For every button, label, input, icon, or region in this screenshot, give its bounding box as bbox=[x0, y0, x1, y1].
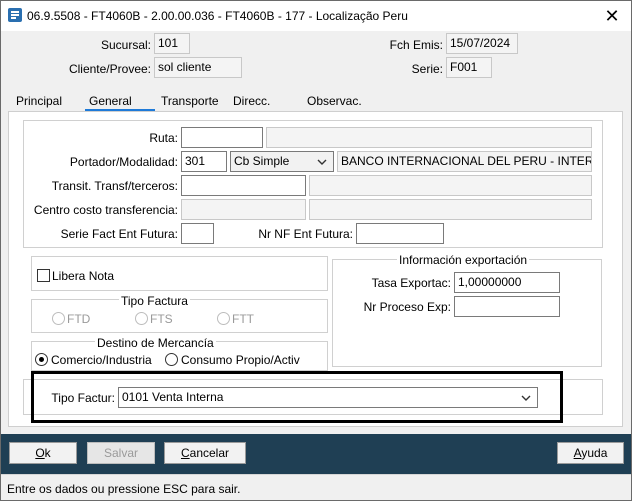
serie-label: Serie: bbox=[411, 62, 443, 76]
portador-input[interactable]: 301 bbox=[181, 151, 227, 172]
transit-input[interactable] bbox=[181, 175, 306, 196]
nr-nf-label: Nr NF Ent Futura: bbox=[258, 227, 353, 241]
radio-comercio-industria[interactable] bbox=[35, 353, 48, 366]
radio-ftd-label: FTD bbox=[67, 312, 91, 326]
serie-fact-label: Serie Fact Ent Futura: bbox=[60, 227, 178, 241]
cliente-field[interactable]: sol cliente bbox=[154, 57, 242, 78]
cancelar-button[interactable]: Cancelar bbox=[164, 442, 246, 464]
tab-principal[interactable]: Principal bbox=[16, 94, 62, 108]
radio-fts-label: FTS bbox=[150, 312, 173, 326]
transit-description-field bbox=[309, 175, 592, 196]
fch-emis-label: Fch Emis: bbox=[389, 38, 443, 52]
radio-ftd[interactable] bbox=[52, 312, 65, 325]
tipo-factura-title: Tipo Factura bbox=[119, 294, 190, 308]
nr-proceso-exp-input[interactable] bbox=[454, 296, 560, 317]
transit-label: Transit. Transf/terceros: bbox=[51, 179, 178, 193]
cliente-label: Cliente/Provee: bbox=[68, 62, 151, 76]
radio-ftt[interactable] bbox=[217, 312, 230, 325]
highlight-box bbox=[31, 371, 563, 423]
ruta-input[interactable] bbox=[181, 127, 263, 148]
ok-button-label: k bbox=[44, 446, 51, 460]
centro-costo-description-field bbox=[309, 199, 592, 220]
status-text: Entre os dados ou pressione ESC para sai… bbox=[7, 482, 241, 496]
fch-emis-field[interactable]: 15/07/2024 bbox=[446, 33, 518, 54]
tab-general[interactable]: General bbox=[89, 94, 132, 108]
centro-costo-input[interactable] bbox=[181, 199, 306, 220]
salvar-button[interactable]: Salvar bbox=[87, 442, 155, 464]
tasa-exportac-label: Tasa Exportac: bbox=[371, 276, 451, 290]
banco-field: BANCO INTERNACIONAL DEL PERU - INTERBANK bbox=[337, 151, 592, 172]
destino-mercancia-title: Destino de Mercancía bbox=[95, 336, 216, 350]
cancelar-button-label: ancelar bbox=[189, 446, 230, 460]
serie-field[interactable]: F001 bbox=[446, 57, 492, 78]
modalidad-value: Cb Simple bbox=[234, 154, 290, 168]
serie-fact-input[interactable] bbox=[181, 223, 214, 244]
window-title: 06.9.5508 - FT4060B - 2.00.00.036 - FT40… bbox=[27, 9, 408, 23]
title-bar: 06.9.5508 - FT4060B - 2.00.00.036 - FT40… bbox=[1, 1, 631, 31]
status-bar: Entre os dados ou pressione ESC para sai… bbox=[1, 474, 631, 500]
radio-ftt-label: FTT bbox=[232, 312, 254, 326]
tab-direcc[interactable]: Direcc. bbox=[233, 94, 270, 108]
ayuda-button-label: yuda bbox=[581, 446, 608, 460]
tab-observac[interactable]: Observac. bbox=[307, 94, 362, 108]
ruta-label: Ruta: bbox=[149, 131, 178, 145]
ok-button-mnemonic: O bbox=[35, 446, 45, 460]
ayuda-button[interactable]: Ayuda bbox=[557, 442, 624, 464]
app-icon bbox=[8, 8, 22, 22]
tasa-exportac-input[interactable]: 1,00000000 bbox=[454, 272, 560, 293]
info-exportacion-title: Información exportación bbox=[397, 253, 530, 267]
tab-transporte[interactable]: Transporte bbox=[161, 94, 219, 108]
modalidad-select[interactable]: Cb Simple bbox=[230, 151, 334, 172]
sucursal-label: Sucursal: bbox=[100, 38, 151, 52]
libera-nota-label: Libera Nota bbox=[52, 269, 115, 283]
radio-consumo-propio-label: Consumo Propio/Activ bbox=[181, 353, 300, 367]
ok-button[interactable]: Ok bbox=[9, 442, 77, 464]
chevron-down-icon bbox=[317, 159, 327, 165]
sucursal-field[interactable]: 101 bbox=[154, 33, 190, 54]
radio-consumo-propio[interactable] bbox=[165, 353, 178, 366]
nr-nf-input[interactable] bbox=[356, 223, 444, 244]
nr-proceso-exp-label: Nr Proceso Exp: bbox=[363, 300, 451, 314]
cancelar-button-mnemonic: C bbox=[180, 446, 190, 460]
radio-comercio-industria-label: Comercio/Industria bbox=[51, 353, 152, 367]
dialog-window: 06.9.5508 - FT4060B - 2.00.00.036 - FT40… bbox=[0, 0, 632, 501]
libera-nota-checkbox[interactable] bbox=[37, 269, 50, 282]
portador-label: Portador/Modalidad: bbox=[69, 155, 178, 169]
close-icon[interactable]: ✕ bbox=[601, 5, 623, 27]
radio-fts[interactable] bbox=[135, 312, 148, 325]
centro-costo-label: Centro costo transferencia: bbox=[33, 203, 178, 217]
ruta-description-field bbox=[266, 127, 592, 148]
